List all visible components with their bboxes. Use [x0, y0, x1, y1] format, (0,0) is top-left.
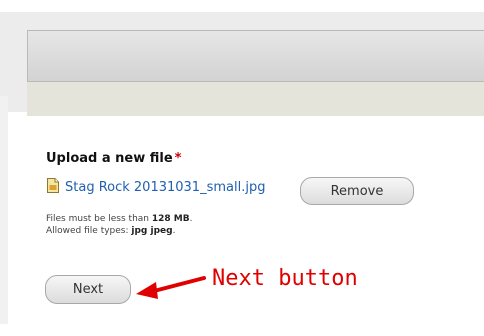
required-marker: * [174, 151, 182, 166]
image-file-icon [47, 178, 59, 193]
max-file-size: 128 MB [151, 214, 190, 224]
upload-help-text: Files must be less than 128 MB. Allowed … [46, 213, 193, 237]
remove-button[interactable]: Remove [300, 177, 414, 205]
file-types-help: Allowed file types: jpg jpeg. [46, 226, 176, 236]
annotation-label: Next button [212, 266, 358, 291]
annotation-arrow-icon [136, 276, 206, 299]
upload-label-text: Upload a new file [46, 151, 173, 166]
header-band [27, 82, 484, 116]
file-size-help: Files must be less than 128 MB. [46, 214, 193, 224]
header-panel [27, 30, 484, 82]
uploaded-file-link[interactable]: Stag Rock 20131031_small.jpg [65, 180, 265, 195]
upload-label: Upload a new file * [46, 151, 181, 166]
next-button[interactable]: Next [45, 275, 131, 304]
allowed-file-types: jpg jpeg [131, 226, 173, 236]
left-edge [0, 96, 8, 324]
